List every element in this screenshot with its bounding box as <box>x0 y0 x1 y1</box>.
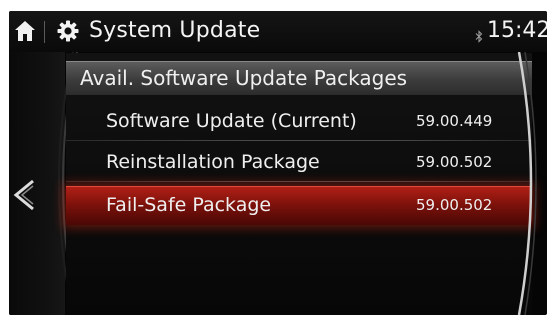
section-header: Avail. Software Update Packages <box>66 61 532 95</box>
section-title: Avail. Software Update Packages <box>80 66 408 90</box>
infotainment-screen: System Update 15:42 Avail. Software Upda… <box>9 11 547 315</box>
package-name: Software Update (Current) <box>106 110 357 132</box>
package-name: Reinstallation Package <box>106 151 320 173</box>
list-item[interactable]: Reinstallation Package 59.00.502 <box>66 143 532 182</box>
row-divider <box>66 140 532 141</box>
back-button[interactable] <box>11 177 37 213</box>
package-version: 59.00.449 <box>416 112 493 130</box>
bluetooth-icon <box>475 28 483 43</box>
home-icon <box>15 21 35 41</box>
package-version: 59.00.502 <box>416 196 493 214</box>
header-divider <box>44 21 45 43</box>
clock: 15:42 <box>487 18 547 43</box>
gear-icon <box>57 20 79 42</box>
right-frame-arc <box>517 52 537 315</box>
list-item-selected[interactable]: Fail-Safe Package 59.00.502 <box>66 186 532 225</box>
page-title: System Update <box>89 18 261 43</box>
header-bar: System Update 15:42 <box>9 11 547 52</box>
chevron-left-icon <box>13 179 34 211</box>
list-item[interactable]: Software Update (Current) 59.00.449 <box>66 102 532 141</box>
package-list: Avail. Software Update Packages Software… <box>66 53 532 315</box>
package-version: 59.00.502 <box>416 153 493 171</box>
package-name: Fail-Safe Package <box>106 194 272 216</box>
home-button[interactable] <box>14 19 36 43</box>
row-divider <box>66 181 532 182</box>
